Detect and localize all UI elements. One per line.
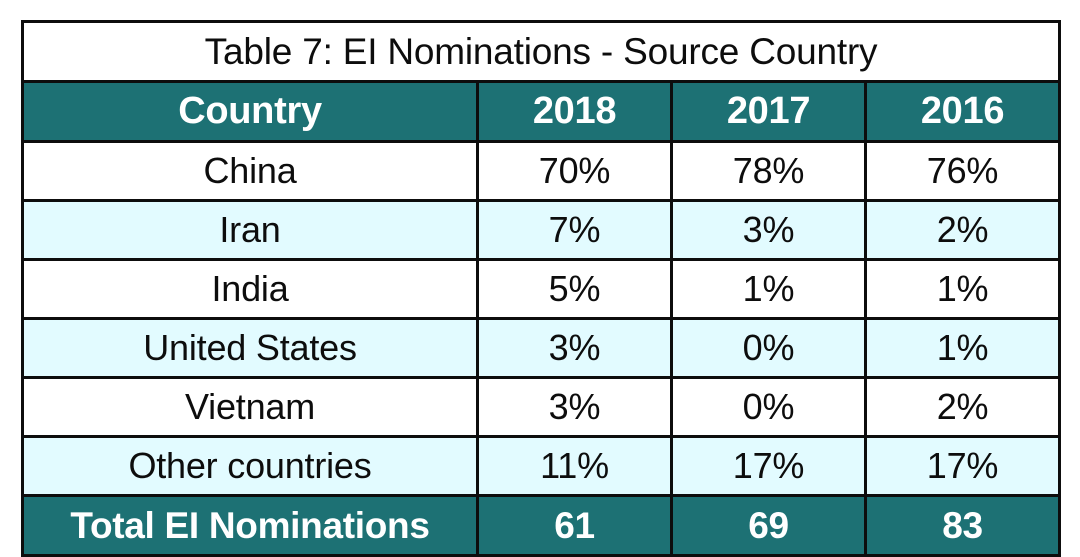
table-row: Iran 7% 3% 2% xyxy=(21,199,1062,261)
cell-2018: 3% xyxy=(476,376,673,438)
table-row: Vietnam 3% 0% 2% xyxy=(21,376,1062,438)
column-header-2017: 2017 xyxy=(670,80,867,143)
table-title-row: Table 7: EI Nominations - Source Country xyxy=(20,20,1062,83)
cell-2017: 17% xyxy=(670,435,867,497)
cell-country: Other countries xyxy=(21,435,479,497)
cell-2018: 5% xyxy=(476,258,673,320)
column-header-country: Country xyxy=(21,80,479,143)
cell-country: Iran xyxy=(21,199,479,261)
cell-country: China xyxy=(21,140,479,202)
table-row: United States 3% 0% 1% xyxy=(21,317,1062,379)
column-header-2018: 2018 xyxy=(476,80,673,143)
cell-country: India xyxy=(21,258,479,320)
cell-2018: 7% xyxy=(476,199,673,261)
table-row: India 5% 1% 1% xyxy=(21,258,1062,320)
table-total-row: Total EI Nominations 61 69 83 xyxy=(21,494,1062,557)
column-header-2016: 2016 xyxy=(863,80,1062,143)
table-row: Other countries 11% 17% 17% xyxy=(21,435,1062,497)
total-label: Total EI Nominations xyxy=(21,494,479,557)
table-header-row: Country 2018 2017 2016 xyxy=(21,80,1062,143)
cell-2017: 0% xyxy=(670,317,867,379)
total-cell-2017: 69 xyxy=(670,494,867,557)
cell-2016: 1% xyxy=(863,258,1062,320)
cell-2017: 0% xyxy=(670,376,867,438)
cell-2016: 2% xyxy=(863,199,1062,261)
cell-2018: 11% xyxy=(476,435,673,497)
cell-2016: 2% xyxy=(863,376,1062,438)
cell-2017: 1% xyxy=(670,258,867,320)
cell-2016: 17% xyxy=(863,435,1062,497)
total-cell-2016: 83 xyxy=(863,494,1062,557)
page-root: Table 7: EI Nominations - Source Country… xyxy=(0,0,1080,557)
cell-2017: 78% xyxy=(670,140,867,202)
table-title: Table 7: EI Nominations - Source Country xyxy=(20,20,1062,83)
cell-2018: 70% xyxy=(476,140,673,202)
ei-nominations-table: Table 7: EI Nominations - Source Country… xyxy=(20,20,1062,557)
cell-2018: 3% xyxy=(476,317,673,379)
ei-nominations-table-container: Table 7: EI Nominations - Source Country… xyxy=(20,20,1062,557)
table-row: China 70% 78% 76% xyxy=(21,140,1062,202)
cell-2016: 76% xyxy=(863,140,1062,202)
cell-2016: 1% xyxy=(863,317,1062,379)
total-cell-2018: 61 xyxy=(476,494,673,557)
cell-country: Vietnam xyxy=(21,376,479,438)
cell-2017: 3% xyxy=(670,199,867,261)
cell-country: United States xyxy=(21,317,479,379)
